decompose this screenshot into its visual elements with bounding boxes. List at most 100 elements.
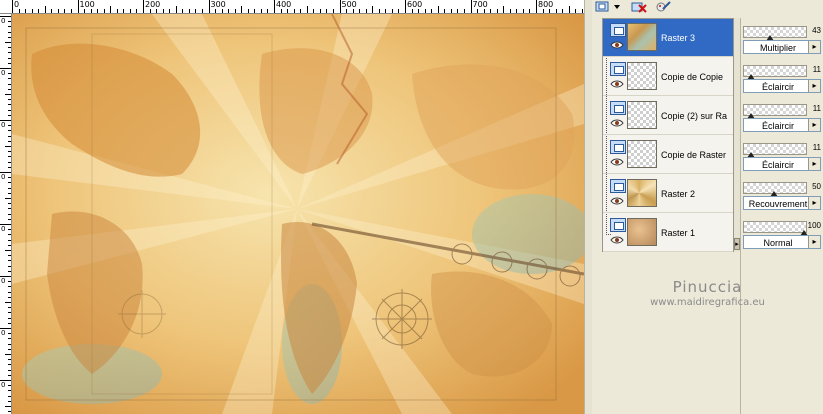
ruler-minor-tick — [8, 177, 11, 179]
ruler-top-label: 400 — [276, 0, 292, 9]
ruler-minor-tick — [260, 9, 262, 13]
ruler-minor-tick — [8, 182, 11, 184]
watermark-title: Pinuccia — [672, 278, 743, 296]
ruler-minor-tick — [8, 187, 11, 189]
watermark-url: www.maidiregrafica.eu — [650, 297, 765, 308]
layer-name: Copie (2) sur Ra — [661, 111, 728, 121]
eye-icon[interactable] — [610, 80, 624, 88]
ruler-minor-tick — [8, 109, 11, 111]
blend-mode-value: Éclaircir — [761, 121, 794, 131]
layer-type-icon[interactable] — [610, 23, 626, 37]
opacity-slider[interactable] — [743, 143, 807, 158]
opacity-slider[interactable] — [743, 221, 808, 236]
ruler-minor-tick — [450, 9, 452, 13]
expand-panel-button[interactable]: ▸ — [734, 240, 740, 250]
edit-layer-button[interactable] — [654, 0, 672, 14]
blend-mode-select[interactable]: Éclaircir ▸ — [743, 157, 821, 171]
layer-dropdown-button[interactable] — [612, 0, 622, 14]
image-canvas[interactable] — [12, 14, 584, 414]
ruler-minor-tick — [8, 135, 11, 137]
ruler-top-label: 800 — [538, 0, 554, 9]
delete-icon — [631, 2, 647, 13]
ruler-minor-tick — [8, 104, 11, 106]
ruler-left-label: 0 — [1, 69, 6, 77]
layer-type-icon[interactable] — [610, 62, 626, 76]
ruler-minor-tick — [195, 9, 197, 13]
ruler-minor-tick — [5, 94, 11, 95]
layer-thumbnail — [627, 179, 657, 207]
layer-row[interactable]: Copie de Raster — [603, 136, 733, 174]
blend-mode-select[interactable]: Multiplier ▸ — [743, 40, 821, 54]
canvas-vertical-scrollbar[interactable] — [584, 0, 592, 414]
eye-icon[interactable] — [610, 41, 624, 49]
ruler-minor-tick — [8, 83, 11, 85]
ruler-minor-tick — [8, 296, 11, 298]
ruler-minor-tick — [418, 9, 420, 13]
layer-properties: 100 Normal ▸ — [743, 219, 821, 253]
chevron-right-icon[interactable]: ▸ — [808, 158, 820, 170]
ruler-minor-tick — [8, 229, 11, 231]
ruler-major-tick — [77, 0, 79, 13]
ruler-minor-tick — [293, 9, 295, 13]
ruler-minor-tick — [8, 307, 11, 309]
blend-mode-select[interactable]: Normal ▸ — [743, 235, 821, 249]
chevron-right-icon[interactable]: ▸ — [808, 197, 820, 209]
opacity-slider[interactable] — [743, 104, 807, 119]
chevron-right-icon[interactable]: ▸ — [808, 80, 820, 92]
chevron-right-icon[interactable]: ▸ — [808, 119, 820, 131]
ruler-minor-tick — [38, 9, 40, 13]
layer-type-icon[interactable] — [610, 140, 626, 154]
layer-properties: 43 Multiplier ▸ — [743, 24, 821, 58]
layer-type-icon[interactable] — [610, 101, 626, 115]
blend-mode-select[interactable]: Éclaircir ▸ — [743, 79, 821, 93]
eye-icon[interactable] — [610, 158, 624, 166]
ruler-minor-tick — [8, 151, 11, 153]
layer-row[interactable]: Raster 2 — [603, 175, 733, 213]
ruler-minor-tick — [8, 286, 11, 288]
ruler-minor-tick — [8, 244, 11, 246]
ruler-minor-tick — [575, 9, 577, 13]
opacity-slider[interactable] — [743, 182, 807, 197]
opacity-slider[interactable] — [743, 26, 807, 41]
ruler-minor-tick — [477, 9, 479, 13]
ruler-minor-tick — [8, 47, 11, 49]
ruler-minor-tick — [90, 9, 92, 13]
eye-icon[interactable] — [610, 119, 624, 127]
ruler-minor-tick — [136, 9, 138, 13]
chevron-right-icon[interactable]: ▸ — [808, 236, 820, 248]
new-layer-button[interactable] — [594, 0, 612, 14]
ruler-minor-tick — [8, 52, 11, 54]
delete-layer-button[interactable] — [630, 0, 648, 14]
ruler-minor-tick — [51, 9, 53, 13]
ruler-minor-tick — [44, 6, 46, 13]
ruler-minor-tick — [110, 6, 112, 13]
layer-type-icon[interactable] — [610, 179, 626, 193]
ruler-minor-tick — [549, 9, 551, 13]
opacity-value: 43 — [812, 26, 821, 35]
ruler-minor-tick — [8, 99, 11, 101]
ruler-minor-tick — [457, 9, 459, 13]
layers-toolbar — [592, 0, 740, 16]
ruler-minor-tick — [215, 9, 217, 13]
ruler-minor-tick — [431, 9, 433, 13]
opacity-slider[interactable] — [743, 65, 807, 80]
blend-mode-select[interactable]: Recouvrement ▸ — [743, 196, 821, 210]
ruler-minor-tick — [8, 348, 11, 350]
blend-mode-select[interactable]: Éclaircir ▸ — [743, 118, 821, 132]
chevron-right-icon[interactable]: ▸ — [808, 41, 820, 53]
layer-thumbnail — [627, 140, 657, 168]
ruler-minor-tick — [8, 260, 11, 262]
ruler-minor-tick — [201, 9, 203, 13]
ruler-minor-tick — [84, 9, 86, 13]
layer-row[interactable]: Copie (2) sur Ra — [603, 97, 733, 135]
eye-icon[interactable] — [610, 236, 624, 244]
ruler-minor-tick — [8, 317, 11, 319]
ruler-minor-tick — [175, 6, 177, 13]
layer-row[interactable]: Raster 3 — [603, 19, 733, 57]
layer-row[interactable]: Raster 1 — [603, 214, 733, 252]
layer-type-icon[interactable] — [610, 218, 626, 232]
layer-row[interactable]: Copie de Copie — [603, 58, 733, 96]
ruler-major-tick — [536, 0, 537, 13]
eye-icon[interactable] — [610, 197, 624, 205]
ruler-minor-tick — [149, 9, 151, 13]
